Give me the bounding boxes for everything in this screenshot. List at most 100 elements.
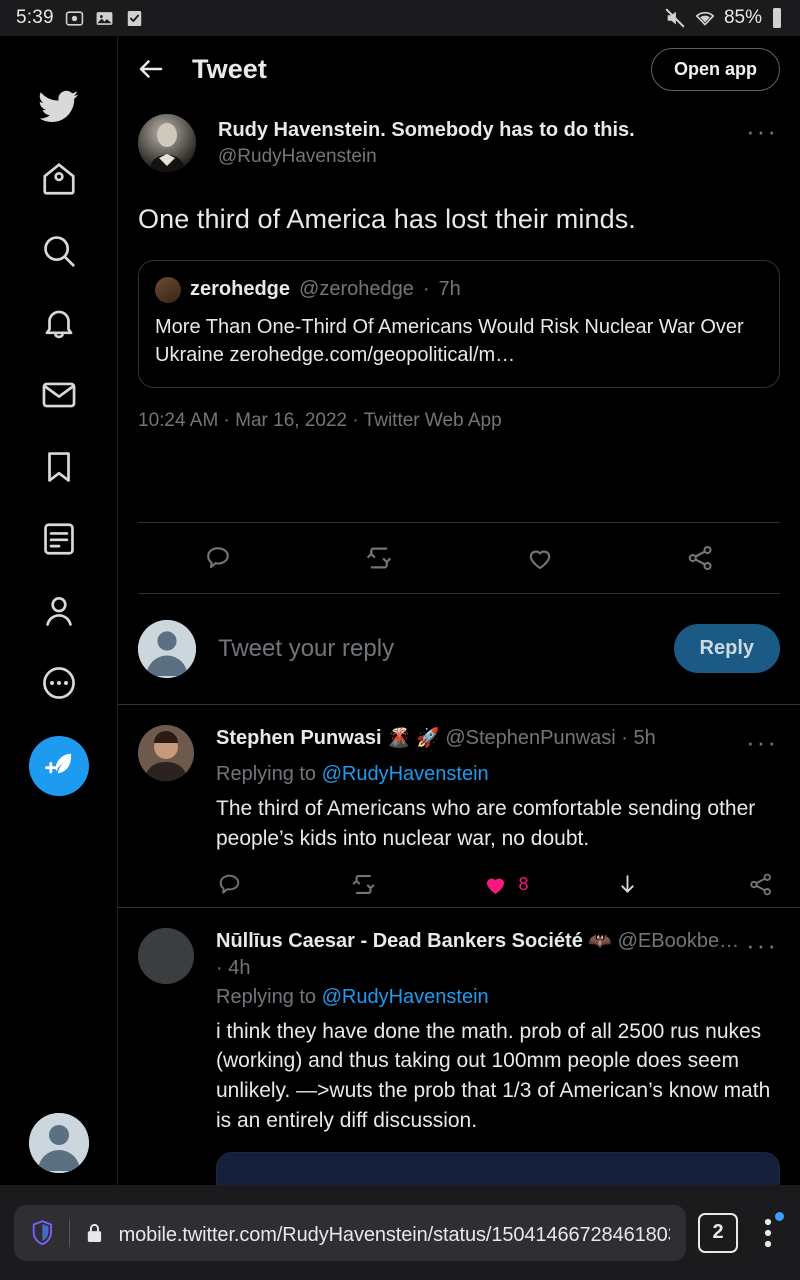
like-button[interactable]: 8 — [482, 871, 615, 898]
download-button[interactable] — [614, 871, 747, 898]
app-content: Tweet Open app Rudy Havenstein. Somebody… — [0, 36, 800, 1221]
replying-to-handle[interactable]: @RudyHavenstein — [322, 986, 489, 1008]
reply-author-emoji: 🌋 🚀 — [387, 727, 440, 749]
url-divider — [68, 1218, 70, 1247]
reply-author-handle: @EBookbe… — [617, 929, 740, 952]
open-app-button[interactable]: Open app — [650, 47, 780, 91]
reply-separator: · — [216, 956, 223, 979]
mute-icon — [665, 8, 685, 28]
more-horizontal-icon[interactable]: ··· — [744, 928, 780, 962]
status-bar: 5:39 85% — [0, 0, 800, 36]
sidebar-item-notifications[interactable] — [30, 294, 88, 352]
quoted-time: 7h — [438, 278, 461, 301]
twitter-bird-icon[interactable] — [30, 78, 88, 136]
share-button[interactable] — [747, 871, 774, 898]
reply-button[interactable] — [216, 871, 349, 898]
reply-header: Stephen Punwasi 🌋 🚀 @StephenPunwasi · 5h… — [216, 725, 780, 759]
compose-feather-icon — [44, 753, 71, 774]
reply-author-line: Nūllīus Caesar - Dead Bankers Société 🦇 … — [216, 928, 744, 982]
screen-record-icon — [65, 10, 83, 26]
sidebar-nav — [0, 36, 118, 1221]
avatar[interactable] — [138, 114, 196, 172]
reply-input[interactable]: Tweet your reply — [218, 635, 652, 663]
replying-to-handle[interactable]: @RudyHavenstein — [322, 763, 489, 785]
reply-content: Nūllīus Caesar - Dead Bankers Société 🦇 … — [216, 928, 780, 1221]
reply-author-name: Stephen Punwasi — [216, 726, 382, 749]
quoted-separator: · — [422, 278, 430, 301]
sidebar-item-more[interactable] — [30, 654, 88, 712]
browser-menu-button[interactable] — [750, 1211, 786, 1250]
more-horizontal-icon[interactable]: ··· — [744, 114, 780, 148]
heart-icon — [529, 550, 551, 569]
reply-header: Nūllīus Caesar - Dead Bankers Société 🦇 … — [216, 928, 780, 982]
heart-icon-filled — [486, 878, 504, 894]
tab-count-button[interactable]: 2 — [698, 1212, 738, 1253]
reply-text: The third of Americans who are comfortab… — [216, 796, 756, 850]
tweet-author-row: Rudy Havenstein. Somebody has to do this… — [138, 102, 780, 172]
arrow-down-icon — [621, 874, 634, 893]
checkmark-icon — [127, 10, 142, 26]
reply-author-name: Nūllīus Caesar - Dead Bankers Société — [216, 929, 583, 952]
reply-item: Nūllīus Caesar - Dead Bankers Société 🦇 … — [118, 908, 800, 1221]
sidebar-item-lists[interactable] — [30, 510, 88, 568]
url-bar[interactable]: mobile.twitter.com/RudyHavenstein/status… — [14, 1204, 686, 1261]
share-button[interactable] — [685, 543, 715, 573]
status-bar-left: 5:39 — [16, 7, 144, 29]
wifi-icon — [695, 11, 715, 26]
status-bar-right: 85% — [664, 6, 784, 30]
reply-time: 5h — [633, 726, 656, 749]
image-icon — [96, 11, 113, 25]
author-avatar-image — [138, 114, 196, 172]
sidebar-item-profile[interactable] — [30, 582, 88, 640]
reply-item: Stephen Punwasi 🌋 🚀 @StephenPunwasi · 5h… — [118, 705, 800, 908]
avatar[interactable] — [138, 927, 194, 984]
quoted-author-name: zerohedge — [190, 278, 291, 301]
avatar[interactable] — [138, 724, 194, 781]
compose-tweet-button[interactable] — [28, 736, 89, 796]
sidebar-item-explore[interactable] — [30, 222, 88, 280]
reply-button[interactable] — [203, 543, 233, 573]
quoted-avatar — [155, 276, 181, 303]
primary-tweet: Rudy Havenstein. Somebody has to do this… — [118, 102, 800, 594]
reply-submit-button[interactable]: Reply — [673, 624, 780, 674]
twitter-tweet-screen: 5:39 85% Tweet Open app Rudy Havenstein.… — [0, 0, 800, 1280]
battery-icon — [773, 8, 781, 28]
avatar-icon — [29, 1113, 89, 1173]
reply-icon — [207, 547, 229, 568]
quoted-author-handle: @zerohedge — [299, 278, 414, 301]
share-icon — [688, 545, 712, 570]
retweet-button[interactable] — [349, 870, 482, 899]
retweet-button[interactable] — [363, 542, 395, 574]
tweet-action-bar — [138, 521, 780, 594]
tweet-timestamp: 10:24 AM · Mar 16, 2022 · Twitter Web Ap… — [138, 409, 502, 431]
tweet-detail-column: Tweet Open app Rudy Havenstein. Somebody… — [118, 36, 800, 1221]
sidebar-item-home[interactable] — [30, 150, 88, 208]
more-horizontal-icon[interactable]: ··· — [744, 725, 780, 759]
quoted-tweet-card[interactable]: zerohedge @zerohedge · 7h More Than One-… — [138, 259, 780, 388]
composer-avatar[interactable] — [138, 619, 196, 678]
reply-time: 4h — [228, 956, 251, 979]
page-title: Tweet — [192, 53, 268, 84]
reply-author-line: Stephen Punwasi 🌋 🚀 @StephenPunwasi · 5h — [216, 725, 744, 752]
back-arrow-icon[interactable] — [136, 54, 166, 84]
more-vertical-icon — [764, 1218, 772, 1247]
like-count: 8 — [518, 873, 529, 894]
replying-to-prefix: Replying to — [216, 985, 322, 1008]
account-avatar[interactable] — [29, 1113, 89, 1173]
like-button[interactable] — [525, 543, 555, 573]
avatar-icon — [138, 619, 196, 678]
sidebar-item-bookmarks[interactable] — [30, 438, 88, 496]
tweet-author-meta: Rudy Havenstein. Somebody has to do this… — [218, 114, 744, 171]
reply-content: Stephen Punwasi 🌋 🚀 @StephenPunwasi · 5h… — [216, 725, 780, 899]
replying-to-line: Replying to @RudyHavenstein — [216, 986, 780, 1009]
share-icon — [750, 873, 771, 895]
reply-composer: Tweet your reply Reply — [118, 594, 800, 705]
brave-shield-icon[interactable] — [30, 1218, 55, 1248]
page-header: Tweet Open app — [118, 36, 800, 102]
author-name: Rudy Havenstein. Somebody has to do this… — [218, 119, 635, 141]
reply-action-bar: 8 — [216, 870, 780, 899]
lock-icon — [87, 1223, 101, 1242]
browser-bottom-bar: mobile.twitter.com/RudyHavenstein/status… — [0, 1185, 800, 1280]
reply-author-emoji: 🦇 — [588, 930, 613, 952]
sidebar-item-messages[interactable] — [30, 366, 88, 424]
